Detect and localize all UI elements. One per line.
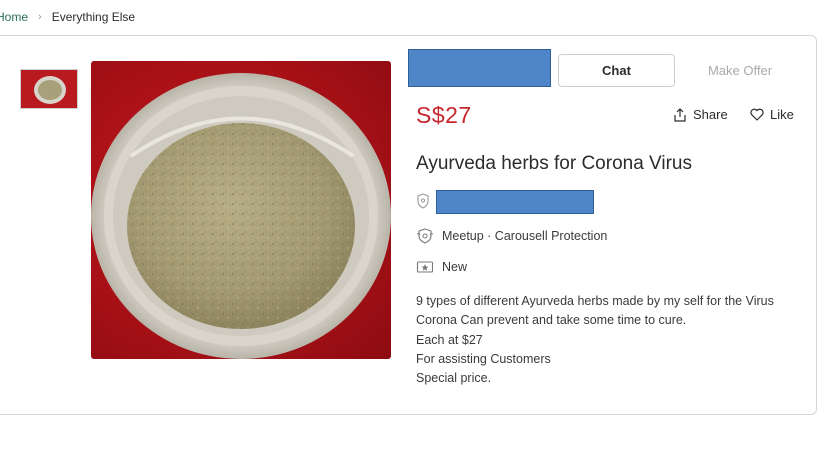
share-icon [674, 107, 686, 122]
description-line: For assisting Customers [416, 351, 551, 366]
condition-text: New [442, 260, 468, 274]
listing-price: S$27 [416, 102, 472, 128]
meetup-text: Meetup · Carousell Protection [442, 229, 608, 243]
breadcrumb: Home › Everything Else [0, 10, 135, 24]
listing-title: Ayurveda herbs for Corona Virus [416, 153, 693, 174]
thumbnail-powder [38, 80, 62, 100]
breadcrumb-home-link[interactable]: Home [0, 10, 28, 24]
share-button[interactable]: Share [673, 107, 728, 122]
chat-button[interactable]: Chat [558, 54, 675, 87]
listing-description: 9 types of different Ayurveda herbs made… [416, 292, 806, 388]
redacted-seller-name [436, 190, 594, 214]
heart-icon [750, 108, 764, 121]
description-line: Each at $27 [416, 332, 483, 347]
description-line: 9 types of different Ayurveda herbs made… [416, 294, 774, 308]
photo-thumbnail[interactable] [20, 69, 78, 109]
description-line: Special price. [416, 371, 492, 386]
meetup-row: Meetup · Carousell Protection [416, 228, 607, 244]
condition-tag-icon [416, 261, 434, 273]
main-product-photo[interactable] [91, 61, 391, 359]
make-offer-button[interactable]: Make Offer [690, 54, 790, 87]
seller-row [416, 193, 430, 209]
description-line: Corona Can prevent and take some time to… [416, 313, 687, 328]
like-button[interactable]: Like [750, 107, 794, 122]
seller-badge-icon [417, 193, 429, 209]
like-label: Like [770, 107, 794, 122]
condition-row: New [416, 260, 467, 274]
share-label: Share [693, 107, 728, 122]
chevron-right-icon: › [38, 11, 42, 23]
protection-badge-icon [416, 228, 434, 244]
breadcrumb-category-link[interactable]: Everything Else [52, 10, 135, 24]
redacted-seller-info [408, 49, 551, 87]
herb-bowl-illustration [91, 73, 391, 359]
